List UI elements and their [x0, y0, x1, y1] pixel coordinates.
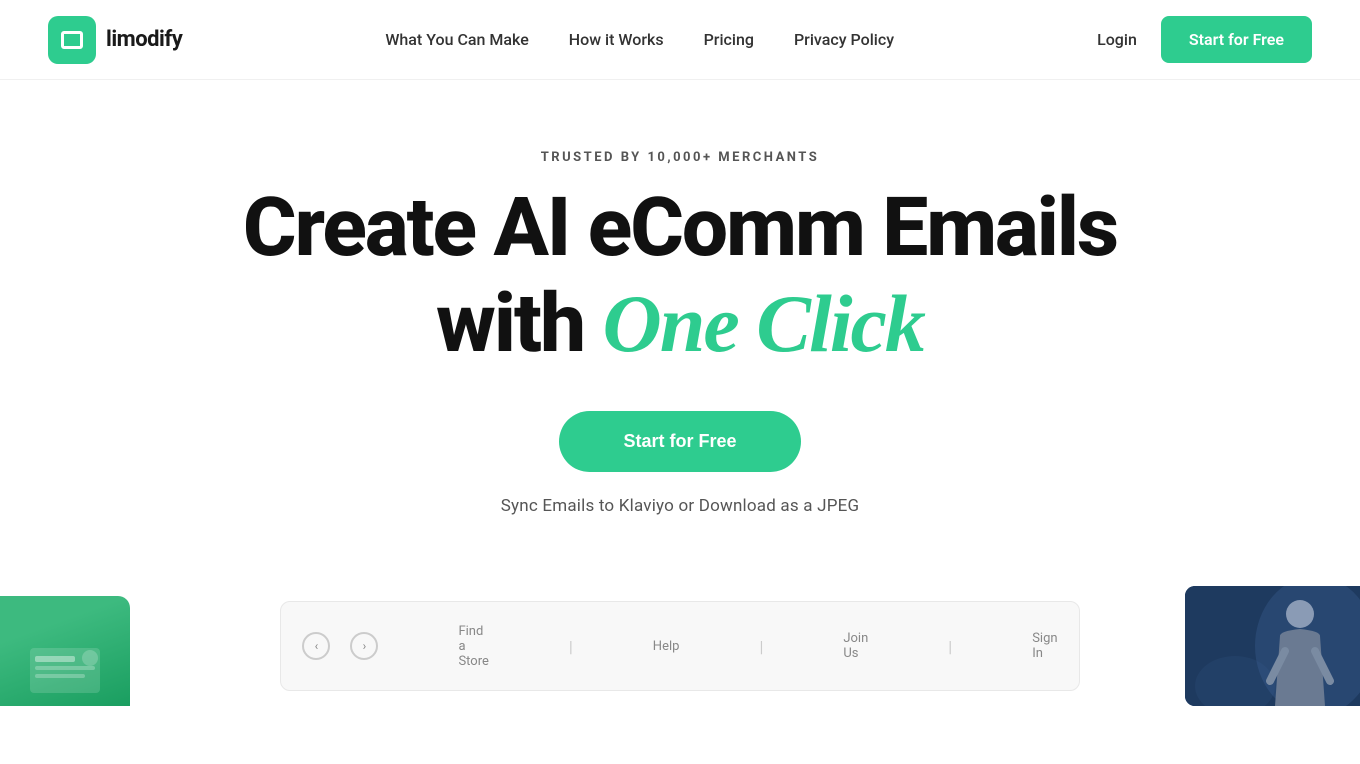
- hero-headline-line2-prefix: with: [436, 276, 603, 372]
- nav-item-pricing[interactable]: Pricing: [704, 30, 754, 49]
- logo-text: limodify: [106, 27, 182, 52]
- hero-headline-line1: Create AI eComm Emails: [243, 180, 1117, 276]
- preview-left-image: [0, 596, 130, 706]
- preview-right-decoration: [1185, 586, 1360, 706]
- preview-right-img-inner: [1185, 586, 1360, 706]
- logo-icon: [48, 16, 96, 64]
- preview-nav-sign-in[interactable]: Sign In: [1032, 631, 1057, 661]
- hero-headline: Create AI eComm Emails with One Click: [243, 185, 1117, 367]
- preview-nav-divider-3: |: [948, 637, 952, 656]
- preview-nav-join-us[interactable]: Join Us: [843, 631, 868, 661]
- nav-cta-button[interactable]: Start for Free: [1161, 16, 1312, 63]
- nav-right: Login Start for Free: [1097, 16, 1312, 63]
- trusted-badge: TRUSTED BY 10,000+ MERCHANTS: [541, 150, 820, 165]
- preview-strip: ‹ › Find a Store | Help | Join Us | Sign…: [0, 586, 1360, 706]
- right-arrow-icon: ›: [363, 639, 367, 653]
- preview-nav-divider-2: |: [759, 637, 763, 656]
- hero-sub-text: Sync Emails to Klaviyo or Download as a …: [501, 496, 860, 516]
- nav-link-how-it-works[interactable]: How it Works: [569, 30, 664, 49]
- preview-nav-divider-1: |: [569, 637, 573, 656]
- logo-area[interactable]: limodify: [48, 16, 182, 64]
- preview-prev-arrow[interactable]: ‹: [302, 632, 330, 660]
- hero-cta-button[interactable]: Start for Free: [559, 411, 800, 472]
- nav-link-privacy-policy[interactable]: Privacy Policy: [794, 30, 894, 49]
- hero-headline-line2: with One Click: [243, 281, 1117, 367]
- hero-section: TRUSTED BY 10,000+ MERCHANTS Create AI e…: [0, 80, 1360, 556]
- nav-item-how-it-works[interactable]: How it Works: [569, 30, 664, 49]
- navbar: limodify What You Can Make How it Works …: [0, 0, 1360, 80]
- hero-cta: Start for Free: [559, 411, 800, 472]
- nav-link-pricing[interactable]: Pricing: [704, 30, 754, 49]
- login-link[interactable]: Login: [1097, 30, 1137, 49]
- preview-nav-help[interactable]: Help: [653, 639, 680, 654]
- preview-left-img-inner: [0, 596, 130, 706]
- nav-item-what-you-can-make[interactable]: What You Can Make: [385, 30, 528, 49]
- preview-next-arrow[interactable]: ›: [350, 632, 378, 660]
- preview-nav-find-store[interactable]: Find a Store: [458, 624, 488, 669]
- logo-icon-inner: [61, 31, 83, 49]
- preview-center-nav: ‹ ›: [302, 632, 378, 660]
- nav-link-what-you-can-make[interactable]: What You Can Make: [385, 30, 528, 49]
- preview-center-bar: ‹ › Find a Store | Help | Join Us | Sign…: [280, 601, 1080, 691]
- preview-right-image: [1185, 586, 1360, 706]
- preview-left-decoration: [25, 638, 105, 698]
- nav-links: What You Can Make How it Works Pricing P…: [385, 30, 894, 49]
- left-arrow-icon: ‹: [315, 639, 319, 653]
- hero-headline-accent: One Click: [603, 278, 924, 369]
- nav-item-privacy-policy[interactable]: Privacy Policy: [794, 30, 894, 49]
